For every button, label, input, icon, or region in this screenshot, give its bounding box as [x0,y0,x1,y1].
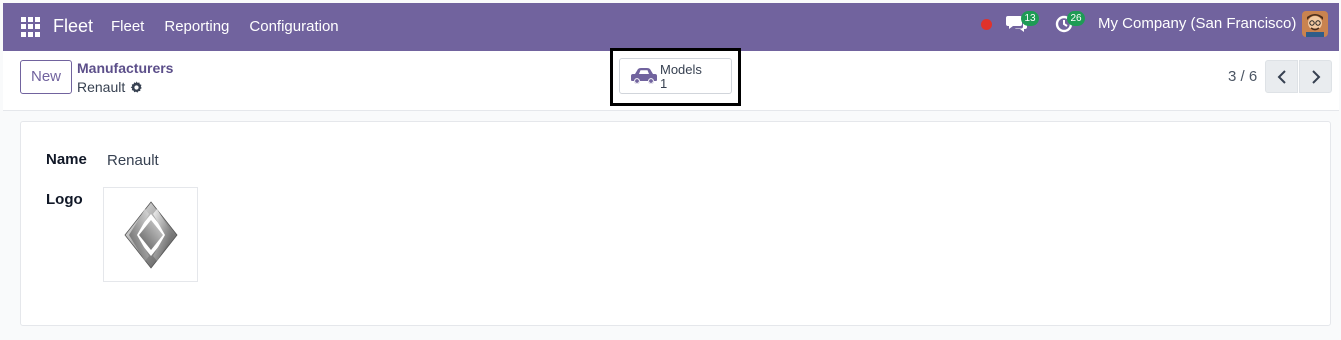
gear-icon[interactable] [130,80,143,94]
name-label: Name [46,151,87,168]
menu-item-configuration[interactable]: Configuration [249,18,338,35]
company-switcher[interactable]: My Company (San Francisco) [1098,15,1296,32]
recording-indicator-icon[interactable] [981,19,992,30]
chevron-left-icon [1277,69,1286,84]
record-title: Renault [77,79,126,95]
pager-counter[interactable]: 3 / 6 [1228,68,1257,85]
pager-next-button[interactable] [1299,60,1332,93]
app-brand[interactable]: Fleet [53,16,93,37]
highlight-frame [610,48,741,106]
chevron-right-icon [1311,69,1320,84]
name-field[interactable]: Renault [107,152,159,169]
pager-previous-button[interactable] [1265,60,1298,93]
activities-count-badge: 26 [1067,11,1085,26]
main-menu: Fleet Reporting Configuration [111,18,339,35]
apps-menu-icon[interactable] [21,17,41,37]
form-sheet: Name Renault Logo [20,121,1331,326]
messages-count-badge: 13 [1021,11,1039,26]
logo-image-field[interactable] [103,187,198,282]
breadcrumb-manufacturers[interactable]: Manufacturers [77,60,173,76]
breadcrumb-current: Renault [77,79,143,95]
renault-logo [123,200,178,269]
menu-item-reporting[interactable]: Reporting [164,18,229,35]
logo-label: Logo [46,191,83,208]
new-button[interactable]: New [20,60,72,94]
menu-item-fleet[interactable]: Fleet [111,18,144,35]
user-avatar[interactable] [1302,11,1328,37]
